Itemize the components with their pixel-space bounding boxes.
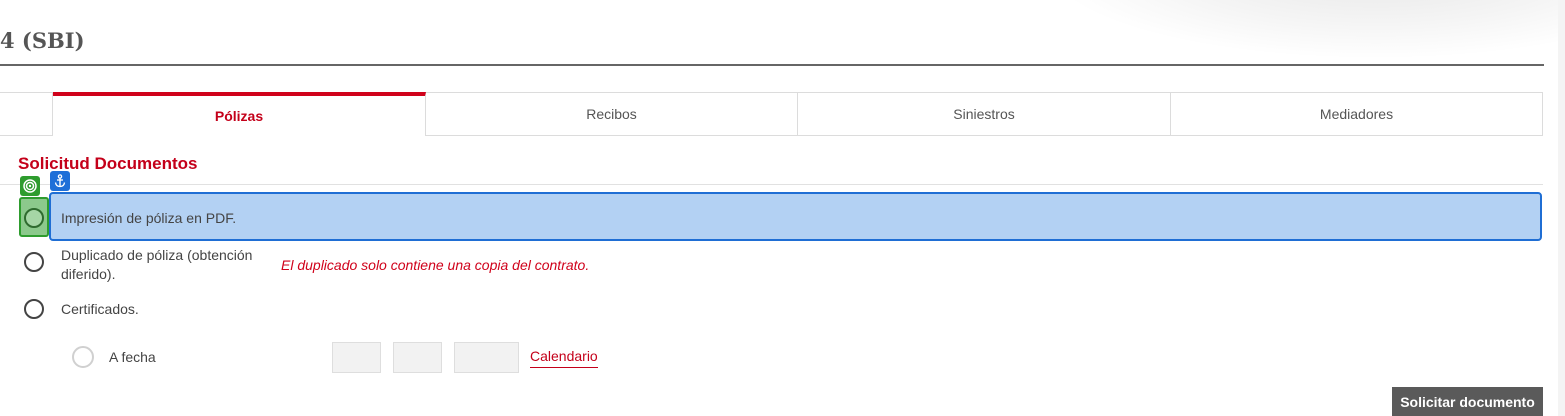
radio-duplicate-policy[interactable]: [24, 252, 44, 272]
section-title: Solicitud Documentos: [18, 154, 198, 173]
anchor-icon: [50, 171, 70, 191]
target-icon: [20, 176, 40, 196]
tab-bar: Pólizas Recibos Siniestros Mediadores: [0, 92, 1543, 137]
tab-previous-stub[interactable]: [0, 92, 53, 136]
radio-pdf-policy[interactable]: [24, 208, 44, 228]
title-divider: [0, 64, 1544, 66]
date-day-input[interactable]: [332, 342, 381, 373]
tab-recibos[interactable]: Recibos: [426, 92, 798, 136]
duplicate-note: El duplicado solo contiene una copia del…: [281, 257, 590, 273]
date-year-input[interactable]: [454, 342, 519, 373]
tab-siniestros[interactable]: Siniestros: [798, 92, 1171, 136]
tab-polizas[interactable]: Pólizas: [53, 92, 426, 136]
option-certificates-label: Certificados.: [61, 301, 139, 317]
a-fecha-label: A fecha: [109, 349, 156, 365]
calendar-link[interactable]: Calendario: [530, 348, 598, 368]
option-duplicate-label-line2: diferido).: [61, 266, 116, 282]
section-divider: [0, 184, 1543, 185]
option-duplicate-label-line1: Duplicado de póliza (obtención: [61, 247, 253, 263]
page-title: 4 (SBI): [0, 28, 85, 53]
radio-a-fecha[interactable]: [72, 346, 94, 368]
header-shadow: [1040, 0, 1565, 60]
scrollbar-track[interactable]: [1558, 0, 1565, 416]
option-pdf-label: Impresión de póliza en PDF.: [61, 210, 237, 226]
request-document-button[interactable]: Solicitar documento: [1392, 387, 1543, 416]
tab-mediadores[interactable]: Mediadores: [1171, 92, 1543, 136]
option-pdf-highlight[interactable]: [49, 192, 1542, 241]
date-month-input[interactable]: [393, 342, 442, 373]
radio-certificates[interactable]: [24, 299, 44, 319]
